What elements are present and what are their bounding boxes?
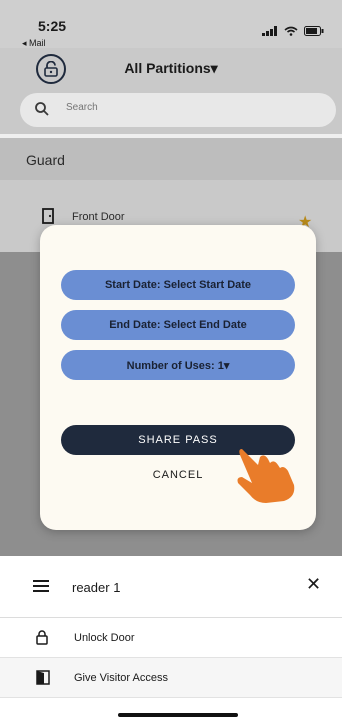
status-time: 5:25 [38, 18, 67, 34]
search-icon [35, 102, 49, 116]
menu-icon[interactable] [33, 580, 49, 592]
cancel-button[interactable]: CANCEL [128, 465, 228, 485]
phone-screen: 5:25 ◂ Mail All Partitions▾ Search Guard… [0, 0, 342, 717]
end-date-button[interactable]: End Date: Select End Date [61, 310, 295, 340]
sheet-item-label: Give Visitor Access [74, 672, 168, 684]
search-bar [20, 93, 336, 127]
partitions-dropdown[interactable]: All Partitions▾ [0, 60, 342, 77]
close-icon[interactable]: ✕ [306, 574, 321, 595]
lock-icon [36, 630, 48, 645]
reader-name: reader 1 [72, 580, 121, 595]
door-icon [42, 208, 54, 224]
visitor-door-icon [36, 670, 50, 685]
door-label: Front Door [72, 211, 125, 223]
sheet-item-give-visitor-access[interactable]: Give Visitor Access [0, 658, 342, 698]
section-title: Guard [26, 152, 65, 168]
signal-icon [262, 26, 277, 36]
sheet-item-unlock-door[interactable]: Unlock Door [0, 618, 342, 658]
section-header: Guard [0, 138, 342, 180]
status-icons [262, 26, 324, 36]
bottom-sheet: reader 1 ✕ Unlock Door Give Visitor Acce… [0, 556, 342, 717]
wifi-icon [284, 26, 298, 36]
home-indicator[interactable] [118, 713, 238, 717]
sheet-item-label: Unlock Door [74, 632, 135, 644]
status-bar: 5:25 ◂ Mail [0, 0, 342, 48]
share-pass-dialog: Start Date: Select Start Date End Date: … [40, 225, 316, 530]
number-of-uses-dropdown[interactable]: Number of Uses: 1▾ [61, 350, 295, 380]
start-date-button[interactable]: Start Date: Select Start Date [61, 270, 295, 300]
search-input[interactable] [66, 102, 306, 113]
search-area [0, 90, 342, 134]
tap-hand-icon [237, 449, 295, 503]
battery-icon [304, 26, 324, 36]
top-nav: All Partitions▾ [0, 48, 342, 90]
sheet-header: reader 1 ✕ [0, 556, 342, 618]
